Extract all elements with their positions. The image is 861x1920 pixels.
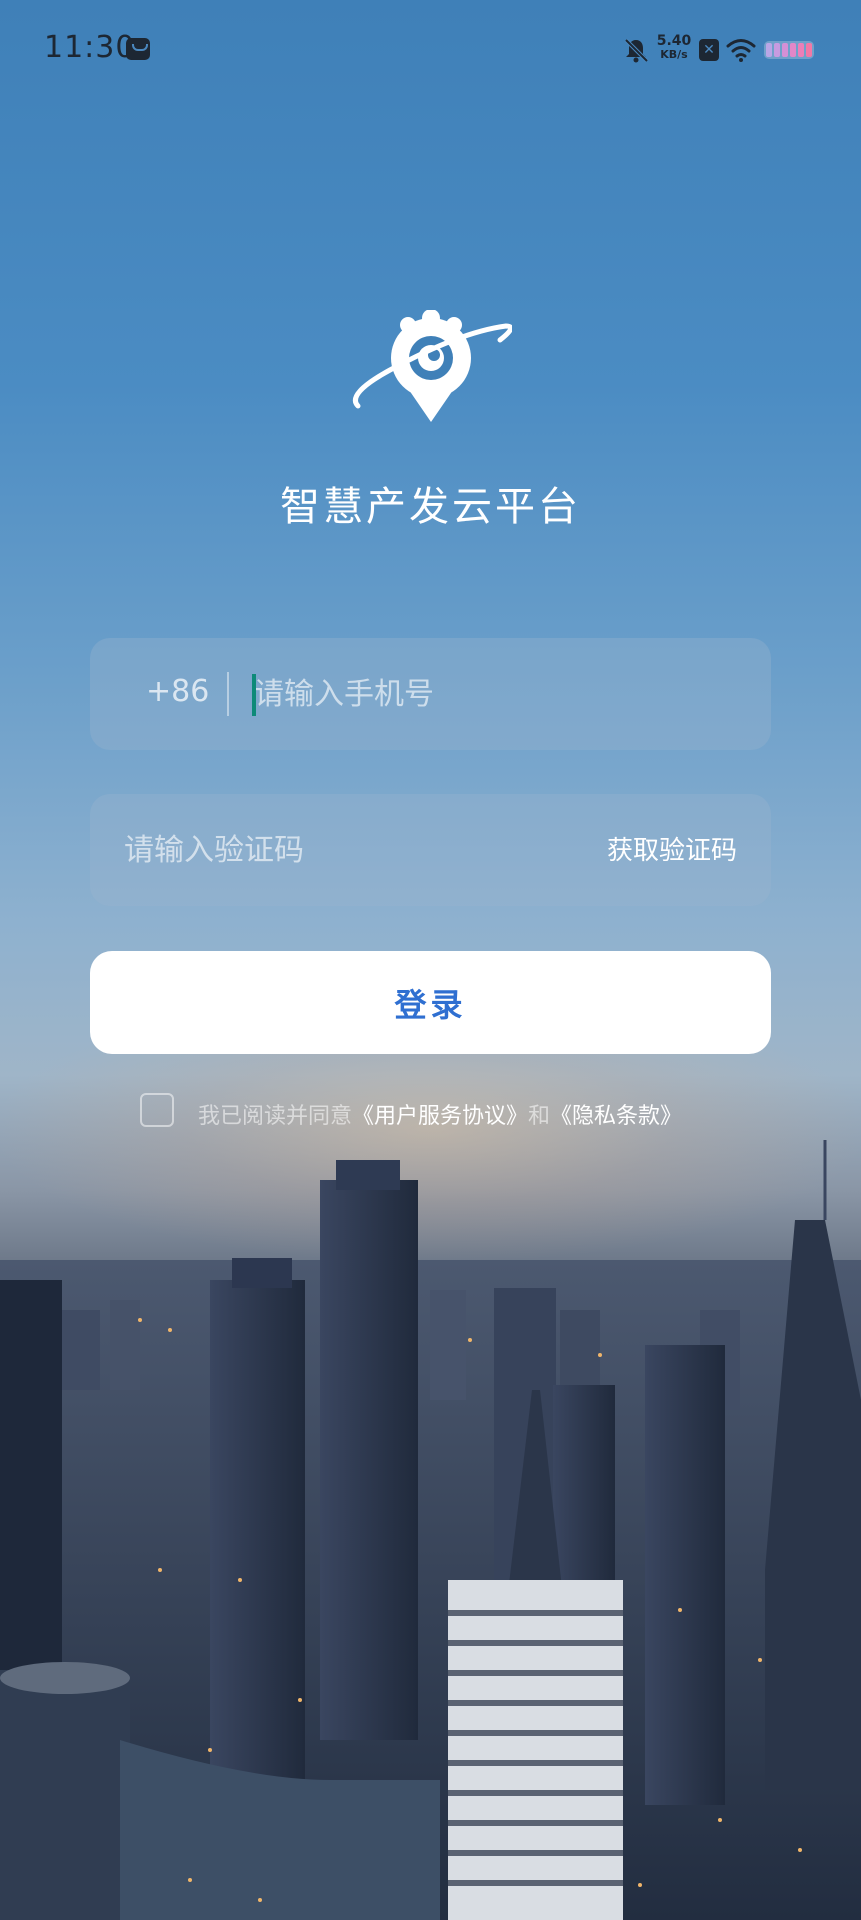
user-agreement-link[interactable]: 《用户服务协议》	[352, 1104, 528, 1129]
verification-code-input[interactable]	[124, 820, 564, 880]
agree-checkbox[interactable]	[140, 1093, 174, 1127]
planet-pin-logo	[353, 310, 512, 422]
field-divider	[227, 672, 229, 716]
agreement-conjunction: 和	[528, 1104, 551, 1129]
city-skyline-background	[0, 1140, 861, 1920]
network-speed: 5.40 KB/s	[654, 34, 694, 62]
agreement-text: 我已阅读并同意《用户服务协议》和《隐私条款》	[198, 1098, 682, 1130]
battery-icon	[764, 41, 814, 59]
status-time: 11:30	[44, 30, 136, 65]
message-icon	[126, 38, 150, 60]
login-button[interactable]: 登录	[90, 951, 771, 1054]
country-code[interactable]: +86	[146, 674, 209, 709]
app-title: 智慧产发云平台	[280, 484, 581, 530]
verification-code-field[interactable]: 获取验证码	[90, 794, 771, 906]
bell-off-icon	[624, 38, 649, 63]
privacy-link[interactable]: 《隐私条款》	[550, 1104, 682, 1129]
get-code-button[interactable]: 获取验证码	[607, 830, 737, 867]
status-bar: 11:30 5.40 KB/s ✕	[0, 0, 861, 100]
phone-input[interactable]	[254, 664, 734, 724]
phone-field[interactable]: +86	[90, 638, 771, 750]
network-speed-unit: KB/s	[660, 48, 688, 61]
sim-x-icon: ✕	[699, 39, 719, 61]
wifi-icon	[726, 39, 756, 62]
agreement-prefix: 我已阅读并同意	[198, 1104, 353, 1129]
network-speed-value: 5.40	[656, 33, 692, 49]
text-cursor	[252, 674, 256, 716]
